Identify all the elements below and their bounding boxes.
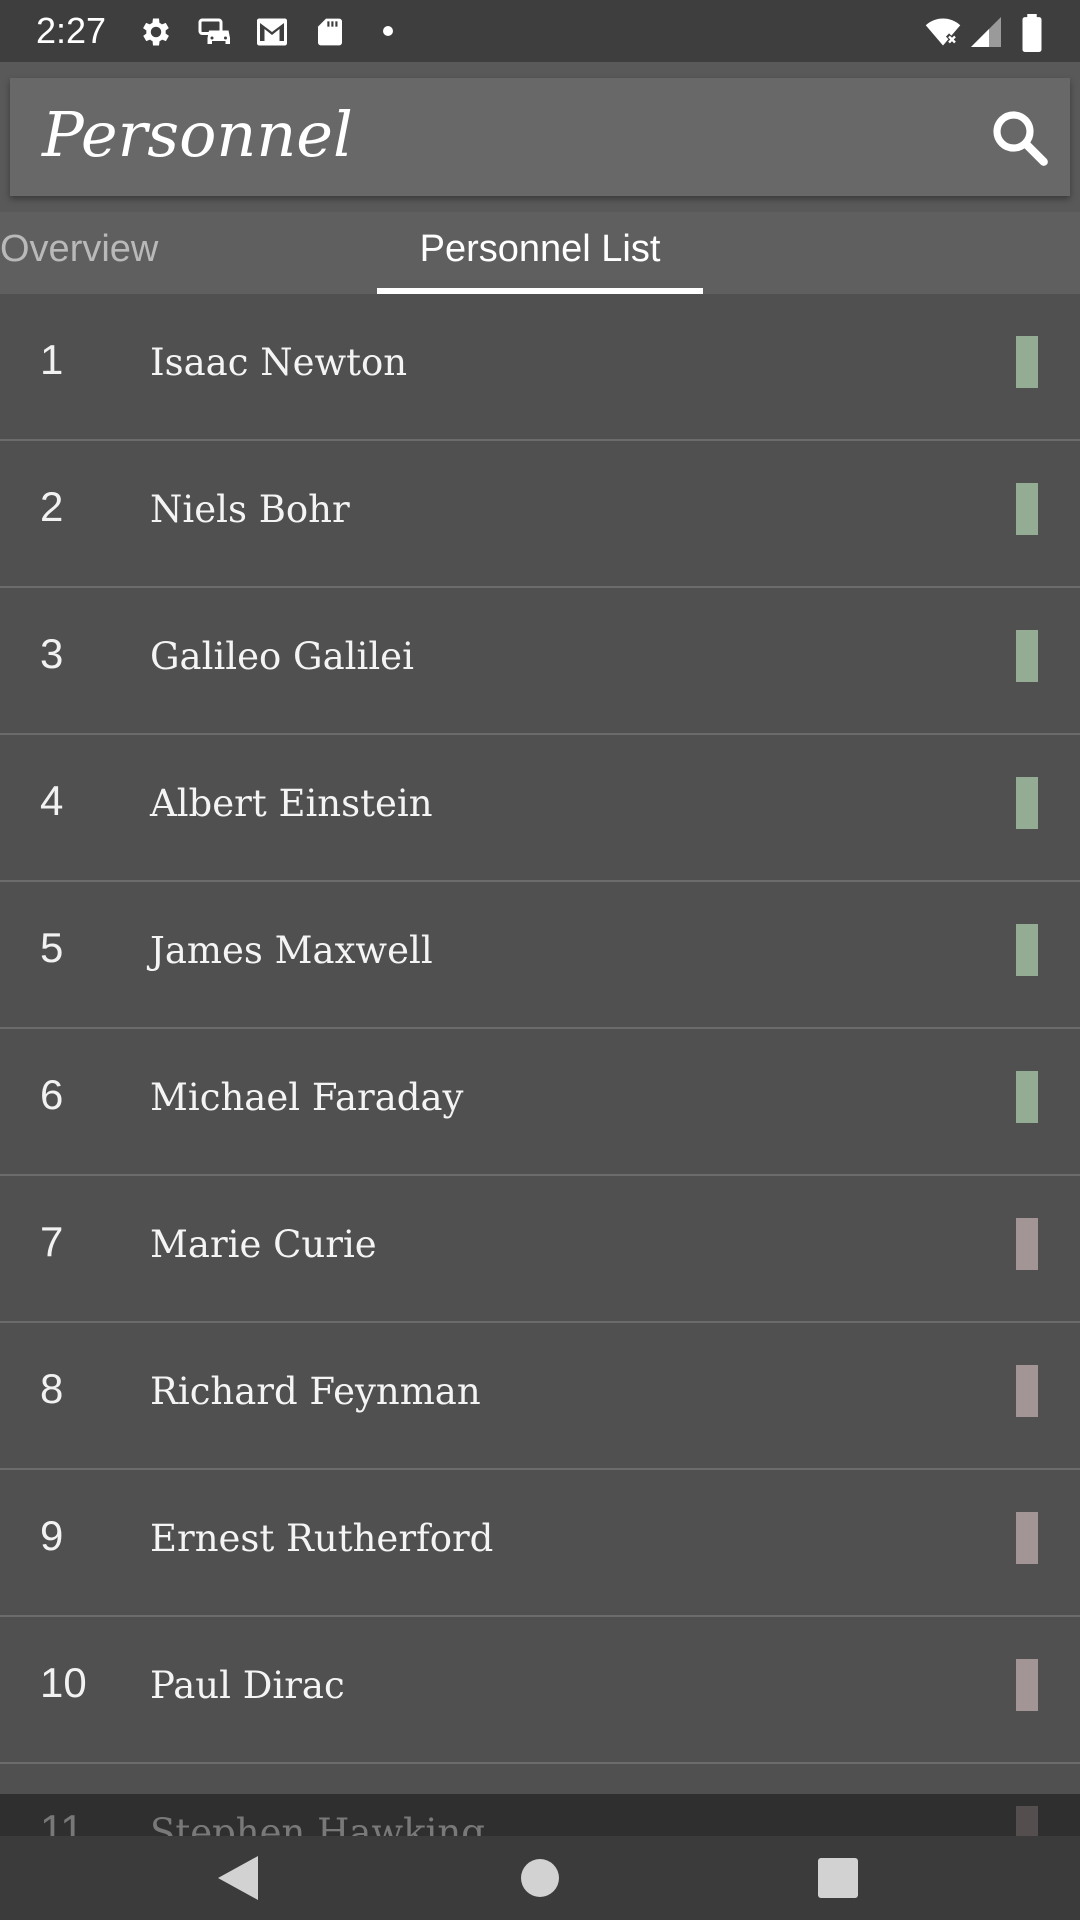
row-number: 5 [40,924,64,971]
list-item[interactable]: 8 Richard Feynman [0,1323,1080,1470]
row-name: Albert Einstein [150,782,433,825]
status-indicator [1016,336,1038,388]
list-item[interactable]: 6 Michael Faraday [0,1029,1080,1176]
status-indicator [1016,630,1038,682]
row-name: Richard Feynman [150,1370,481,1413]
tab-bar: Overview Personnel List [0,212,1080,294]
status-indicator [1016,1512,1038,1564]
search-icon[interactable] [986,104,1052,170]
status-indicator [1016,1659,1038,1711]
tab-personnel-list[interactable]: Personnel List [377,212,703,294]
status-indicator [1016,1071,1038,1123]
dim-overlay [0,1794,1080,1836]
status-bar: 2:27 [0,0,1080,62]
sd-card-icon [318,18,342,46]
row-number: 9 [40,1512,64,1559]
app-bar: Personnel [10,78,1070,196]
navigation-bar [0,1836,1080,1920]
row-number: 1 [40,336,64,383]
row-number: 6 [40,1071,64,1118]
status-indicator [1016,777,1038,829]
row-name: Niels Bohr [150,488,350,531]
home-icon[interactable] [480,1836,600,1920]
row-number: 2 [40,483,64,530]
signal-icon [971,17,1001,47]
gmail-icon [257,18,287,46]
row-name: Galileo Galilei [150,635,414,678]
list-item[interactable]: 2 Niels Bohr [0,441,1080,588]
list-item[interactable]: 5 James Maxwell [0,882,1080,1029]
list-item[interactable]: 7 Marie Curie [0,1176,1080,1323]
personnel-list: 1 Isaac Newton 2 Niels Bohr 3 Galileo Galilei… [0,294,1080,1911]
back-icon[interactable] [180,1836,300,1920]
car-notification-icon [198,18,230,44]
list-item[interactable]: 1 Isaac Newton [0,294,1080,441]
status-indicator [1016,1218,1038,1270]
row-name: Isaac Newton [150,341,408,384]
list-item[interactable]: 4 Albert Einstein [0,735,1080,882]
page-title: Personnel [42,98,353,171]
row-number: 8 [40,1365,64,1412]
list-item[interactable]: 3 Galileo Galilei [0,588,1080,735]
row-name: Paul Dirac [150,1664,345,1707]
app-bar-container: Personnel [0,62,1080,212]
tab-overview[interactable]: Overview [0,212,158,294]
row-name: James Maxwell [150,929,433,972]
row-number: 7 [40,1218,64,1265]
status-indicator [1016,924,1038,976]
status-time: 2:27 [36,10,107,51]
row-number: 4 [40,777,64,824]
status-indicator [1016,1365,1038,1417]
wifi-off-icon [925,18,961,46]
row-number: 3 [40,630,64,677]
row-name: Marie Curie [150,1223,377,1266]
row-name: Ernest Rutherford [150,1517,494,1560]
status-indicator [1016,483,1038,535]
row-number: 10 [40,1659,87,1706]
gear-icon [143,18,169,46]
row-name: Michael Faraday [150,1076,464,1119]
dot-icon [383,26,393,36]
list-item[interactable]: 9 Ernest Rutherford [0,1470,1080,1617]
recents-icon[interactable] [778,1836,898,1920]
list-item[interactable]: 10 Paul Dirac [0,1617,1080,1764]
battery-icon [1022,14,1042,52]
